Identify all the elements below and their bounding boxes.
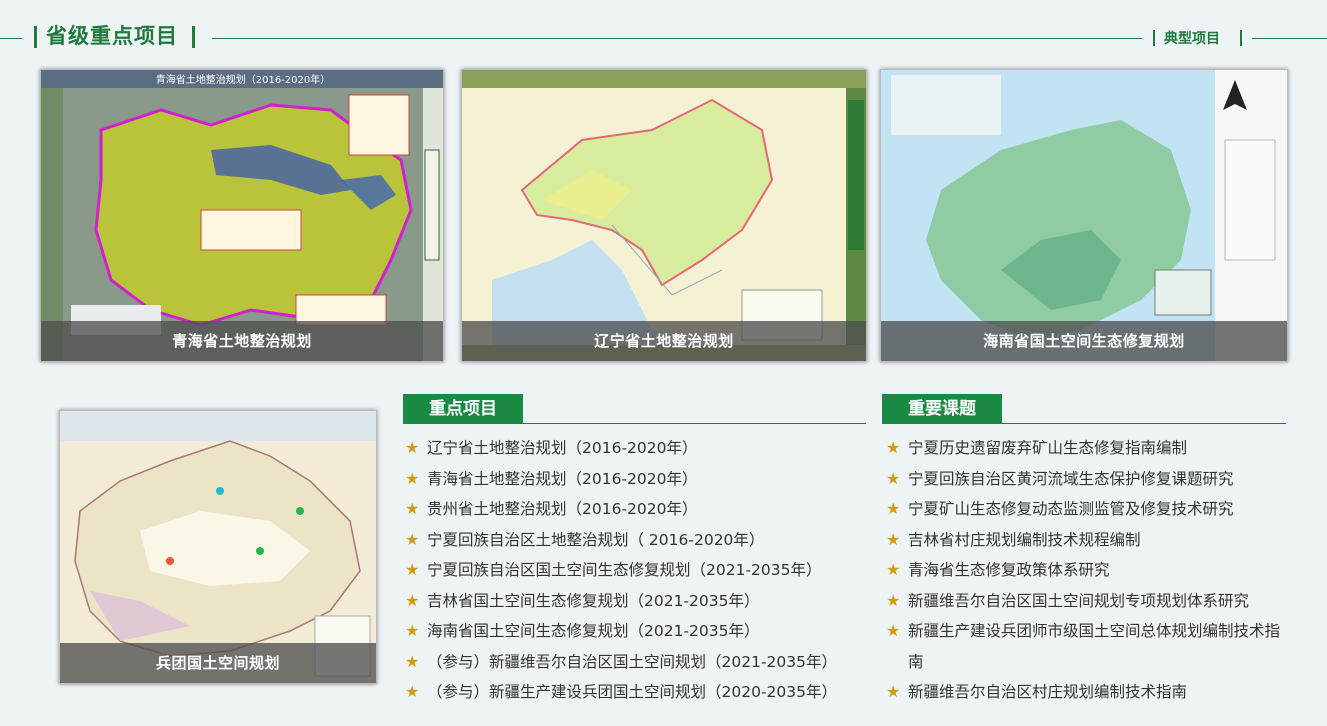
list-item-text: 吉林省村庄规划编制技术规程编制 bbox=[908, 530, 1141, 549]
list-item-text: 青海省生态修复政策体系研究 bbox=[908, 561, 1110, 579]
star-icon: ★ bbox=[405, 529, 420, 549]
list-item-text: 海南省国土空间生态修复规划（2021-2035年） bbox=[427, 622, 760, 640]
project-card-hainan[interactable]: 海南省国土空间生态修复规划 bbox=[880, 69, 1288, 362]
typical-projects-link[interactable]: 典型项目 bbox=[1164, 28, 1220, 48]
qinghai-map-image: 青海省土地整治规划（2016-2020年） bbox=[41, 70, 443, 361]
list-item[interactable]: ★ 吉林省国土空间生态修复规划（2021-2035年） bbox=[405, 586, 837, 617]
list-item[interactable]: ★ 宁夏历史遗留废弃矿山生态修复指南编制 bbox=[886, 433, 1296, 464]
header-divider-right bbox=[1252, 38, 1327, 39]
star-icon: ★ bbox=[405, 590, 420, 610]
key-projects-tab[interactable]: 重点项目 bbox=[403, 394, 523, 424]
card-caption: 辽宁省土地整治规划 bbox=[462, 321, 866, 361]
project-card-liaoning[interactable]: 辽宁省土地整治规划 bbox=[461, 69, 867, 362]
svg-text:青海省土地整治规划（2016-2020年）: 青海省土地整治规划（2016-2020年） bbox=[156, 73, 331, 86]
key-projects-header: 重点项目 bbox=[403, 394, 866, 424]
card-caption: 青海省土地整治规划 bbox=[41, 321, 443, 361]
list-item-text: 贵州省土地整治规划（2016-2020年） bbox=[427, 500, 698, 518]
list-item[interactable]: ★ 宁夏矿山生态修复动态监测监管及修复技术研究 bbox=[886, 494, 1296, 525]
list-item[interactable]: ★ 新疆维吾尔自治区国土空间规划专项规划体系研究 bbox=[886, 586, 1296, 617]
list-item-text: 新疆维吾尔自治区村庄规划编制技术指南 bbox=[908, 683, 1188, 701]
key-topics-tab[interactable]: 重要课题 bbox=[882, 394, 1002, 424]
list-item[interactable]: ★ 贵州省土地整治规划（2016-2020年） bbox=[405, 494, 837, 525]
list-item-text: 青海省土地整治规划（2016-2020年） bbox=[427, 469, 698, 488]
list-item[interactable]: ★ （参与）新疆维吾尔自治区国土空间规划（2021-2035年） bbox=[405, 647, 837, 678]
liaoning-map-image bbox=[462, 70, 866, 361]
header-divider-middle bbox=[212, 38, 1142, 39]
list-item-text: 新疆维吾尔自治区国土空间规划专项规划体系研究 bbox=[908, 591, 1250, 610]
star-icon: ★ bbox=[405, 560, 420, 579]
header-divider-left bbox=[0, 38, 22, 39]
star-icon: ★ bbox=[886, 682, 901, 701]
project-card-qinghai[interactable]: 青海省土地整治规划（2016-2020年） 青海省土地整治规划 bbox=[40, 69, 444, 362]
star-icon: ★ bbox=[405, 682, 420, 701]
list-item-text: 辽宁省土地整治规划（2016-2020年） bbox=[427, 439, 698, 457]
star-icon: ★ bbox=[405, 468, 420, 488]
star-icon: ★ bbox=[886, 438, 901, 457]
list-item[interactable]: ★ 宁夏回族自治区国土空间生态修复规划（2021-2035年） bbox=[405, 555, 837, 586]
star-icon: ★ bbox=[886, 621, 901, 640]
list-item-text: 新疆生产建设兵团师市级国土空间总体规划编制技术指南 bbox=[908, 622, 1281, 671]
header-bar-right bbox=[192, 26, 195, 48]
list-item[interactable]: ★ 新疆生产建设兵团师市级国土空间总体规划编制技术指南 bbox=[886, 616, 1286, 677]
list-item-text: 宁夏矿山生态修复动态监测监管及修复技术研究 bbox=[908, 500, 1234, 518]
star-icon: ★ bbox=[405, 651, 420, 671]
list-item[interactable]: ★ 吉林省村庄规划编制技术规程编制 bbox=[886, 525, 1296, 556]
list-item[interactable]: ★ 新疆维吾尔自治区村庄规划编制技术指南 bbox=[886, 677, 1296, 708]
card-caption: 海南省国土空间生态修复规划 bbox=[881, 321, 1287, 361]
star-icon: ★ bbox=[886, 499, 901, 518]
list-item-text: 宁夏回族自治区土地整治规划（ 2016-2020年） bbox=[427, 530, 765, 549]
star-icon: ★ bbox=[886, 590, 901, 610]
page-title: 省级重点项目 bbox=[46, 24, 178, 48]
star-icon: ★ bbox=[405, 438, 420, 457]
list-item-text: 宁夏回族自治区国土空间生态修复规划（2021-2035年） bbox=[427, 561, 822, 579]
list-item[interactable]: ★ （参与）新疆生产建设兵团国土空间规划（2020-2035年） bbox=[405, 677, 837, 708]
key-projects-list: ★ 辽宁省土地整治规划（2016-2020年） ★ 青海省土地整治规划（2016-2… bbox=[405, 433, 837, 708]
star-icon: ★ bbox=[405, 499, 420, 518]
list-item[interactable]: ★ 青海省土地整治规划（2016-2020年） bbox=[405, 464, 837, 495]
hainan-map-image bbox=[881, 70, 1287, 361]
key-topics-header: 重要课题 bbox=[882, 394, 1286, 424]
project-card-bingtuan[interactable]: 兵团国土空间规划 bbox=[59, 410, 377, 684]
star-icon: ★ bbox=[886, 529, 901, 549]
list-item-text: 宁夏历史遗留废弃矿山生态修复指南编制 bbox=[908, 439, 1188, 457]
list-item-text: 吉林省国土空间生态修复规划（2021-2035年） bbox=[427, 591, 760, 610]
more-bar-right bbox=[1240, 30, 1242, 46]
list-item[interactable]: ★ 青海省生态修复政策体系研究 bbox=[886, 555, 1296, 586]
more-bar-left bbox=[1153, 30, 1155, 46]
list-item[interactable]: ★ 宁夏回族自治区黄河流域生态保护修复课题研究 bbox=[886, 464, 1296, 495]
list-item[interactable]: ★ 宁夏回族自治区土地整治规划（ 2016-2020年） bbox=[405, 525, 837, 556]
star-icon: ★ bbox=[405, 621, 420, 640]
key-topics-list: ★ 宁夏历史遗留废弃矿山生态修复指南编制 ★ 宁夏回族自治区黄河流域生态保护修复课题… bbox=[886, 433, 1296, 708]
star-icon: ★ bbox=[886, 468, 901, 488]
list-item-text: （参与）新疆生产建设兵团国土空间规划（2020-2035年） bbox=[427, 683, 837, 701]
star-icon: ★ bbox=[886, 560, 901, 579]
section-header: 省级重点项目 典型项目 bbox=[0, 18, 1327, 58]
list-item-text: 宁夏回族自治区黄河流域生态保护修复课题研究 bbox=[908, 469, 1234, 488]
list-item[interactable]: ★ 海南省国土空间生态修复规划（2021-2035年） bbox=[405, 616, 837, 647]
card-caption: 兵团国土空间规划 bbox=[60, 643, 376, 683]
list-item[interactable]: ★ 辽宁省土地整治规划（2016-2020年） bbox=[405, 433, 837, 464]
list-item-text: （参与）新疆维吾尔自治区国土空间规划（2021-2035年） bbox=[427, 652, 837, 671]
header-bar-left bbox=[34, 26, 37, 48]
